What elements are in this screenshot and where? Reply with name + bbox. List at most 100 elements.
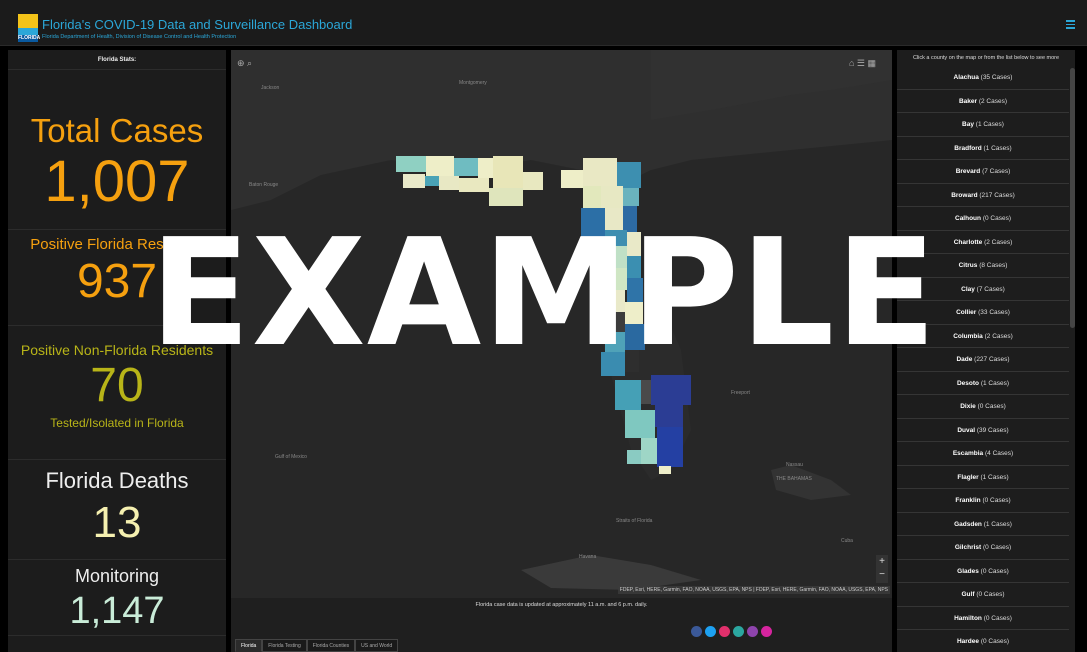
tab-florida-testing[interactable]: Florida Testing — [262, 639, 307, 652]
county-case-count: (2 Cases) — [978, 97, 1008, 105]
page-subtitle: Florida Department of Health, Division o… — [42, 34, 237, 40]
county-list-item[interactable]: Bradford (1 Cases) — [897, 137, 1069, 160]
county-list-item[interactable]: Citrus (8 Cases) — [897, 254, 1069, 278]
county-case-count: (1 Cases) — [983, 520, 1012, 528]
county-case-count: (0 Cases) — [980, 638, 1010, 645]
map-label-cuba: Cuba — [841, 538, 853, 544]
county-case-count: (2 Cases) — [984, 238, 1013, 246]
zoom-in-button[interactable]: + — [876, 555, 888, 568]
twitter-icon[interactable] — [705, 626, 716, 637]
facebook-icon[interactable] — [691, 626, 702, 637]
county-case-count: (0 Cases) — [980, 567, 1009, 575]
county-list-item[interactable]: Duval (39 Cases) — [897, 419, 1069, 442]
county-name: Collier — [956, 309, 977, 316]
map-label-montgomery: Montgomery — [459, 80, 487, 86]
deaths-card: Florida Deaths 13 — [8, 460, 226, 560]
county-list-item[interactable]: Charlotte (2 Cases) — [897, 231, 1069, 254]
tab-florida-counties[interactable]: Florida Counties — [306, 639, 356, 652]
county-name: Glades — [957, 567, 979, 575]
map-label-freeport: Freeport — [731, 390, 750, 396]
county-case-count: (7 Cases) — [982, 168, 1011, 175]
page-title: Florida's COVID-19 Data and Surveillance… — [42, 17, 353, 32]
dashboard-header: FLORIDA Florida's COVID-19 Data and Surv… — [0, 0, 1087, 46]
county-list-scrollbar[interactable] — [1070, 68, 1075, 328]
county-list-item[interactable]: Calhoun (0 Cases) — [897, 207, 1069, 231]
county-list-item[interactable]: Desoto (1 Cases) — [897, 372, 1069, 395]
zoom-out-button[interactable]: − — [876, 568, 888, 581]
county-case-count: (0 Cases) — [983, 544, 1012, 551]
map-label-nassau: Nassau — [786, 462, 803, 468]
county-list-item[interactable]: Collier (33 Cases) — [897, 301, 1069, 325]
instagram-icon[interactable] — [719, 626, 730, 637]
county-list-item[interactable]: Clay (7 Cases) — [897, 278, 1069, 301]
county-list-item[interactable]: Gulf (0 Cases) — [897, 583, 1069, 607]
total-cases-label: Total Cases — [30, 112, 204, 149]
monitoring-card: Monitoring 1,147 — [8, 560, 226, 636]
county-name: Gilchrist — [954, 544, 982, 551]
menu-icon[interactable] — [1066, 20, 1075, 29]
county-name: Desoto — [956, 379, 980, 387]
county-case-count: (39 Cases) — [976, 426, 1009, 434]
county-case-count: (1 Cases) — [980, 473, 1009, 481]
county-list-item[interactable]: Flagler (1 Cases) — [897, 466, 1069, 489]
county-name: Flagler — [957, 473, 979, 481]
county-case-count: (0 Cases) — [982, 215, 1011, 222]
county-list-item[interactable]: Columbia (2 Cases) — [897, 325, 1069, 348]
county-name: Dade — [956, 356, 973, 363]
county-case-count: (0 Cases) — [976, 591, 1005, 598]
county-list-item[interactable]: Bay (1 Cases) — [897, 113, 1069, 137]
county-list-item[interactable]: Brevard (7 Cases) — [897, 160, 1069, 184]
county-list-item[interactable]: Hamilton (0 Cases) — [897, 607, 1069, 630]
positive-residents-card: Positive Florida Residents 937 — [8, 230, 226, 326]
county-list-item[interactable]: Gadsden (1 Cases) — [897, 513, 1069, 536]
monitoring-value: 1,147 — [69, 590, 165, 632]
county-case-count: (35 Cases) — [980, 74, 1013, 81]
positive-non-residents-card: Positive Non-Florida Residents 70 Tested… — [8, 326, 226, 460]
county-list-item[interactable]: Hardee (0 Cases) — [897, 630, 1069, 652]
tab-florida[interactable]: Florida — [235, 639, 263, 652]
county-name: Brevard — [955, 168, 981, 175]
county-list-item[interactable]: Franklin (0 Cases) — [897, 489, 1069, 513]
county-case-count: (1 Cases) — [980, 379, 1010, 387]
county-name: Franklin — [955, 497, 981, 504]
county-list-item[interactable]: Gilchrist (0 Cases) — [897, 536, 1069, 560]
email-icon[interactable] — [747, 626, 758, 637]
county-list-heading: Click a county on the map or from the li… — [912, 55, 1060, 61]
county-name: Duval — [957, 426, 976, 434]
zoom-control[interactable]: + − — [876, 555, 888, 583]
county-case-count: (8 Cases) — [979, 262, 1008, 269]
county-list: Alachua (35 Cases) Baker (2 Cases) Bay (1 … — [897, 66, 1069, 652]
map-label-jackson: Jackson — [261, 85, 280, 91]
county-case-count: (217 Cases) — [979, 191, 1015, 199]
florida-county-map[interactable]: ⊕ ⌕ ⌂ ☰ ▦ Jackson Montgomery Baton Rouge… — [231, 50, 892, 598]
county-list-item[interactable]: Broward (217 Cases) — [897, 184, 1069, 207]
map-tools-icon[interactable]: ⊕ ⌕ — [237, 58, 252, 69]
county-list-item[interactable]: Baker (2 Cases) — [897, 90, 1069, 113]
county-list-item[interactable]: Alachua (35 Cases) — [897, 66, 1069, 90]
link-icon[interactable] — [761, 626, 772, 637]
update-note: Florida case data is updated at approxim… — [475, 602, 648, 608]
map-attribution: FDEP, Esri, HERE, Garmin, FAO, NOAA, USG… — [617, 586, 890, 594]
deaths-label: Florida Deaths — [45, 468, 189, 493]
county-name: Gadsden — [954, 520, 982, 528]
county-list-item[interactable]: Glades (0 Cases) — [897, 560, 1069, 583]
county-name: Gulf — [961, 591, 975, 598]
county-case-count: (4 Cases) — [984, 450, 1014, 457]
county-list-item[interactable]: Dade (227 Cases) — [897, 348, 1069, 372]
county-case-count: (0 Cases) — [977, 403, 1006, 410]
share-icon[interactable] — [733, 626, 744, 637]
county-name: Baker — [958, 97, 978, 105]
county-list-item[interactable]: Escambia (4 Cases) — [897, 442, 1069, 466]
county-case-count: (2 Cases) — [984, 332, 1013, 340]
county-name: Dixie — [960, 403, 976, 410]
tab-us-and-world[interactable]: US and World — [355, 639, 399, 652]
map-label-straits: Straits of Florida — [616, 518, 653, 524]
county-case-count: (1 Cases) — [975, 121, 1004, 128]
map-graphic — [231, 50, 892, 590]
map-layers-icon[interactable]: ⌂ ☰ ▦ — [849, 58, 876, 69]
county-case-count: (0 Cases) — [982, 497, 1011, 504]
florida-stats-panel: Florida Stats: Total Cases 1,007 Positiv… — [8, 50, 226, 652]
county-name: Hardee — [956, 638, 980, 645]
county-list-item[interactable]: Dixie (0 Cases) — [897, 395, 1069, 419]
county-name: Clay — [961, 285, 975, 293]
